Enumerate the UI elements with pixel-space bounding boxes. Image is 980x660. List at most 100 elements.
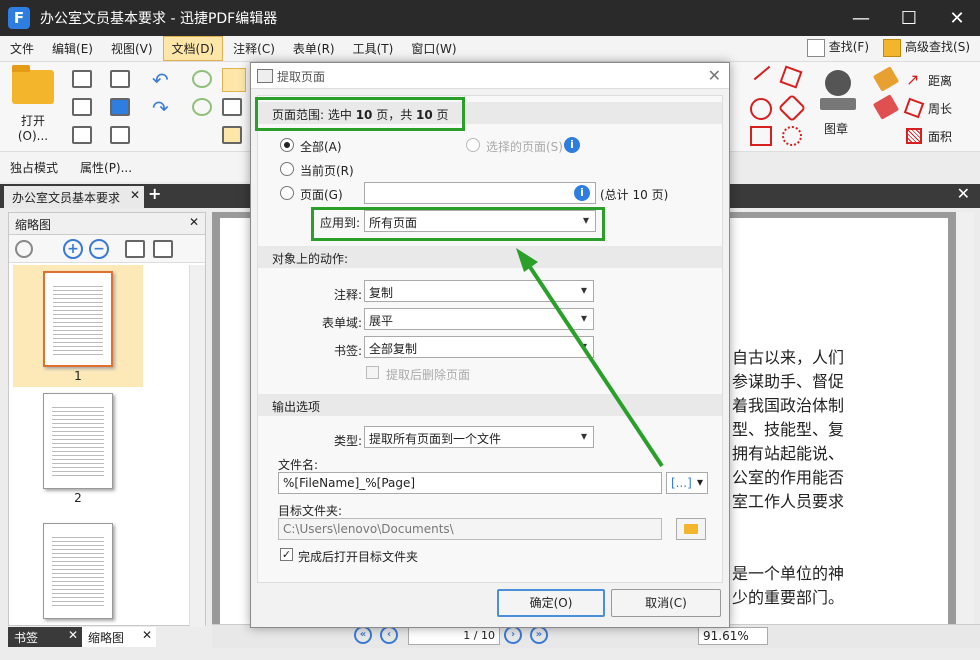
advanced-find-button[interactable]: 高级查找(S) <box>883 38 970 57</box>
next-page-icon[interactable]: › <box>504 626 522 644</box>
polygon-tool-icon[interactable] <box>777 93 807 123</box>
pages-info-icon[interactable]: i <box>574 185 590 201</box>
document-scrollbar[interactable] <box>956 212 974 626</box>
distance-icon[interactable]: ↗ <box>906 70 926 89</box>
new-doc-icon[interactable] <box>110 126 130 144</box>
menu-file[interactable]: 文件 <box>2 37 42 60</box>
cloud-tool-icon[interactable] <box>782 126 802 146</box>
apply-to-select[interactable]: 所有页面 <box>364 210 596 232</box>
menu-tools[interactable]: 工具(T) <box>345 37 402 60</box>
target-folder-input[interactable]: C:\Users\lenovo\Documents\ <box>278 518 662 540</box>
open-after-label[interactable]: 完成后打开目标文件夹 <box>298 548 418 565</box>
thumbnail-panel-header: 缩略图 ✕ <box>9 213 205 235</box>
exclusive-mode-button[interactable]: 独占模式 <box>10 159 58 176</box>
polyline-tool-icon[interactable] <box>779 65 803 89</box>
zoom-in-icon[interactable]: + <box>63 239 83 259</box>
menu-edit[interactable]: 编辑(E) <box>44 37 101 60</box>
forward-icon[interactable] <box>192 98 212 116</box>
properties-button[interactable]: 属性(P)... <box>80 159 132 176</box>
menu-view[interactable]: 视图(V) <box>103 37 161 60</box>
scan-icon[interactable] <box>110 98 130 116</box>
tab-bookmarks[interactable]: 书签 ✕ <box>8 627 82 647</box>
close-window-button[interactable]: ✕ <box>934 0 980 36</box>
menu-window[interactable]: 窗口(W) <box>403 37 464 60</box>
redo-icon[interactable]: ↷ <box>152 96 172 120</box>
email-icon[interactable] <box>110 70 130 88</box>
annot-select[interactable]: 复制 <box>364 280 594 302</box>
info-icon[interactable]: i <box>564 137 580 153</box>
form-select[interactable]: 展平 <box>364 308 594 330</box>
doc-line: 公室的作用能否 <box>732 468 845 487</box>
bookmark-select[interactable]: 全部复制 <box>364 336 594 358</box>
tab-bookmarks-close-icon[interactable]: ✕ <box>68 628 78 642</box>
pencil-icon[interactable] <box>872 66 900 92</box>
radio-current-page-label[interactable]: 当前页(R) <box>300 162 354 179</box>
tab-thumbnails[interactable]: 缩略图 ✕ <box>82 627 156 647</box>
thumbnail-page-number <box>13 619 143 625</box>
ok-button[interactable]: 确定(O) <box>497 589 605 617</box>
thumbnail-item[interactable]: 1 <box>13 265 143 387</box>
add-tab-icon[interactable]: + <box>148 184 161 203</box>
thumbnail-scrollbar[interactable] <box>189 265 205 627</box>
open-after-checkbox[interactable]: ✓ <box>280 548 293 561</box>
print-icon[interactable] <box>72 98 92 116</box>
minimize-button[interactable]: — <box>838 0 884 36</box>
pages-range-input[interactable] <box>364 182 596 204</box>
page-thumbnail <box>43 393 113 489</box>
rectangle-tool-icon[interactable] <box>750 126 772 146</box>
filename-input[interactable]: %[FileName]_%[Page] <box>278 472 662 494</box>
radio-current-page[interactable] <box>280 162 294 176</box>
zoom-out-icon[interactable]: − <box>89 239 109 259</box>
doc-tab-close-icon[interactable]: ✕ <box>130 188 140 202</box>
save-icon[interactable] <box>72 70 92 88</box>
rotate-left-icon[interactable] <box>125 240 145 258</box>
area-icon[interactable] <box>906 128 922 144</box>
menu-comment[interactable]: 注释(C) <box>225 37 283 60</box>
menu-form[interactable]: 表单(R) <box>285 37 343 60</box>
stamp-button[interactable] <box>818 70 858 116</box>
dialog-close-icon[interactable]: ✕ <box>708 66 721 85</box>
title-bar: F 办公室文员基本要求 - 迅捷PDF编辑器 — ☐ ✕ <box>0 0 980 36</box>
ellipse-tool-icon[interactable] <box>750 98 772 120</box>
find-button[interactable]: 查找(F) <box>806 38 869 57</box>
undo-icon[interactable]: ↶ <box>152 68 172 92</box>
eraser-icon[interactable] <box>872 94 900 120</box>
open-button[interactable]: 打开(O)... <box>6 65 60 143</box>
thumbnail-item[interactable] <box>13 509 143 625</box>
filename-macro-button[interactable]: [...] ▾ <box>666 472 708 494</box>
zoom-select[interactable]: 91.61% <box>698 627 768 645</box>
perimeter-label[interactable]: 周长 <box>928 100 952 117</box>
tab-bookmarks-label: 书签 <box>14 631 39 645</box>
type-select[interactable]: 提取所有页面到一个文件 <box>364 426 594 448</box>
close-all-tabs-icon[interactable]: ✕ <box>957 184 970 203</box>
cancel-button[interactable]: 取消(C) <box>611 589 721 617</box>
maximize-button[interactable]: ☐ <box>886 0 932 36</box>
radio-all[interactable] <box>280 138 294 152</box>
thumbnail-item[interactable]: 2 <box>13 387 143 509</box>
radio-pages[interactable] <box>280 186 294 200</box>
gear-icon[interactable] <box>15 240 33 258</box>
back-icon[interactable] <box>192 70 212 88</box>
distance-label[interactable]: 距离 <box>928 72 952 89</box>
prev-page-icon[interactable]: ‹ <box>380 626 398 644</box>
export-icon[interactable] <box>72 126 92 144</box>
type-label: 类型: <box>334 434 363 448</box>
hand-tool-icon[interactable] <box>222 68 246 92</box>
select-text-icon[interactable] <box>222 98 242 116</box>
first-page-icon[interactable]: « <box>354 626 372 644</box>
radio-all-label[interactable]: 全部(A) <box>300 138 342 155</box>
menu-document[interactable]: 文档(D) <box>162 36 224 61</box>
tab-thumbnails-close-icon[interactable]: ✕ <box>142 628 152 642</box>
rotate-right-icon[interactable] <box>153 240 173 258</box>
page-number-input[interactable]: 1 / 10 <box>408 627 500 645</box>
line-tool-icon[interactable] <box>753 65 771 81</box>
area-label[interactable]: 面积 <box>928 128 952 145</box>
last-page-icon[interactable]: » <box>530 626 548 644</box>
bookmark-label: 书签: <box>334 344 363 358</box>
snapshot-icon[interactable] <box>222 126 242 144</box>
doc-tab[interactable]: 办公室文员基本要求 ✕ <box>4 186 144 208</box>
thumbnail-panel-close-icon[interactable]: ✕ <box>189 215 199 229</box>
perimeter-icon[interactable] <box>903 97 925 119</box>
radio-pages-label[interactable]: 页面(G) <box>300 186 343 203</box>
browse-folder-icon[interactable] <box>676 518 706 540</box>
